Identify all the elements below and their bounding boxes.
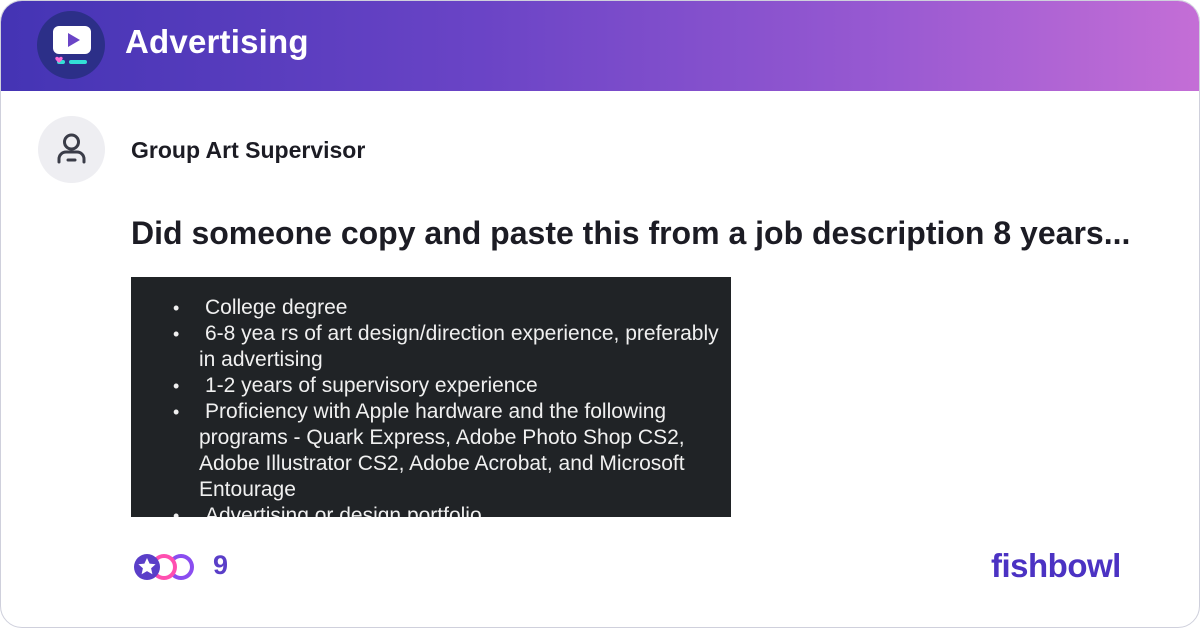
bullet-icon: • (173, 324, 180, 344)
reactions-icon[interactable] (131, 551, 201, 583)
fishbowl-logo: fishbowl (991, 547, 1121, 584)
reaction-count: 9 (213, 550, 229, 580)
avatar (38, 116, 105, 183)
list-item: • 6-8 yea rs of art design/direction expe… (173, 322, 719, 371)
channel-logo-icon (37, 11, 105, 79)
requirements-list: • College degree • 6-8 yea rs of art desig… (131, 277, 731, 517)
bullet-icon: • (173, 376, 180, 396)
list-item: • 1-2 years of supervisory experience (173, 374, 538, 397)
author-title[interactable]: Group Art Supervisor (131, 137, 365, 164)
list-item: • College degree (173, 296, 348, 319)
person-icon (57, 133, 86, 164)
list-item: • Advertising or design portfolio (131, 503, 731, 517)
channel-header: Advertising (1, 1, 1199, 91)
attachment-image[interactable]: • College degree • 6-8 yea rs of art desig… (131, 277, 731, 517)
bullet-icon: • (173, 298, 180, 318)
post-card[interactable]: Advertising Group Art Supervisor Did som… (0, 0, 1200, 628)
list-item: • Proficiency with Apple hardware and the… (173, 400, 685, 501)
post-title[interactable]: Did someone copy and paste this from a j… (131, 215, 1151, 252)
bullet-icon: • (173, 402, 180, 422)
channel-name[interactable]: Advertising (125, 23, 309, 61)
bullet-icon: • (173, 506, 180, 517)
